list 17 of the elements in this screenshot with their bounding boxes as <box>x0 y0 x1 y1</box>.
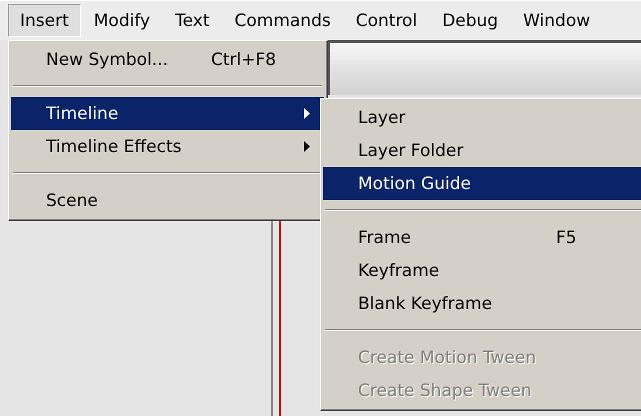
menu-bar-item[interactable]: Modify <box>82 4 162 37</box>
menu-bar-item[interactable]: Insert <box>8 4 81 37</box>
menu-item[interactable]: New Symbol... Ctrl+F8 <box>11 43 324 76</box>
menu-bar-item[interactable]: Debug <box>430 4 510 37</box>
menu-item[interactable]: Layer Folder <box>323 134 641 167</box>
menu-item[interactable]: Motion Guide <box>323 167 641 200</box>
menu-item[interactable]: Frame F5 <box>323 221 641 254</box>
menu-bar-item[interactable]: Commands <box>222 4 343 37</box>
menu-bar-item[interactable]: Window <box>511 4 602 37</box>
menu-item[interactable]: Blank Keyframe <box>323 287 641 320</box>
menu-item[interactable]: Timeline Effects <box>11 130 324 163</box>
menu-item[interactable]: Keyframe <box>323 254 641 287</box>
menu-bar-item[interactable]: Text <box>163 4 222 37</box>
menu-bar-item[interactable]: Control <box>344 4 430 37</box>
menu-item[interactable]: Timeline <box>11 97 324 130</box>
menu-item[interactable]: Scene <box>11 184 324 217</box>
menu-item[interactable]: Layer <box>323 101 641 134</box>
